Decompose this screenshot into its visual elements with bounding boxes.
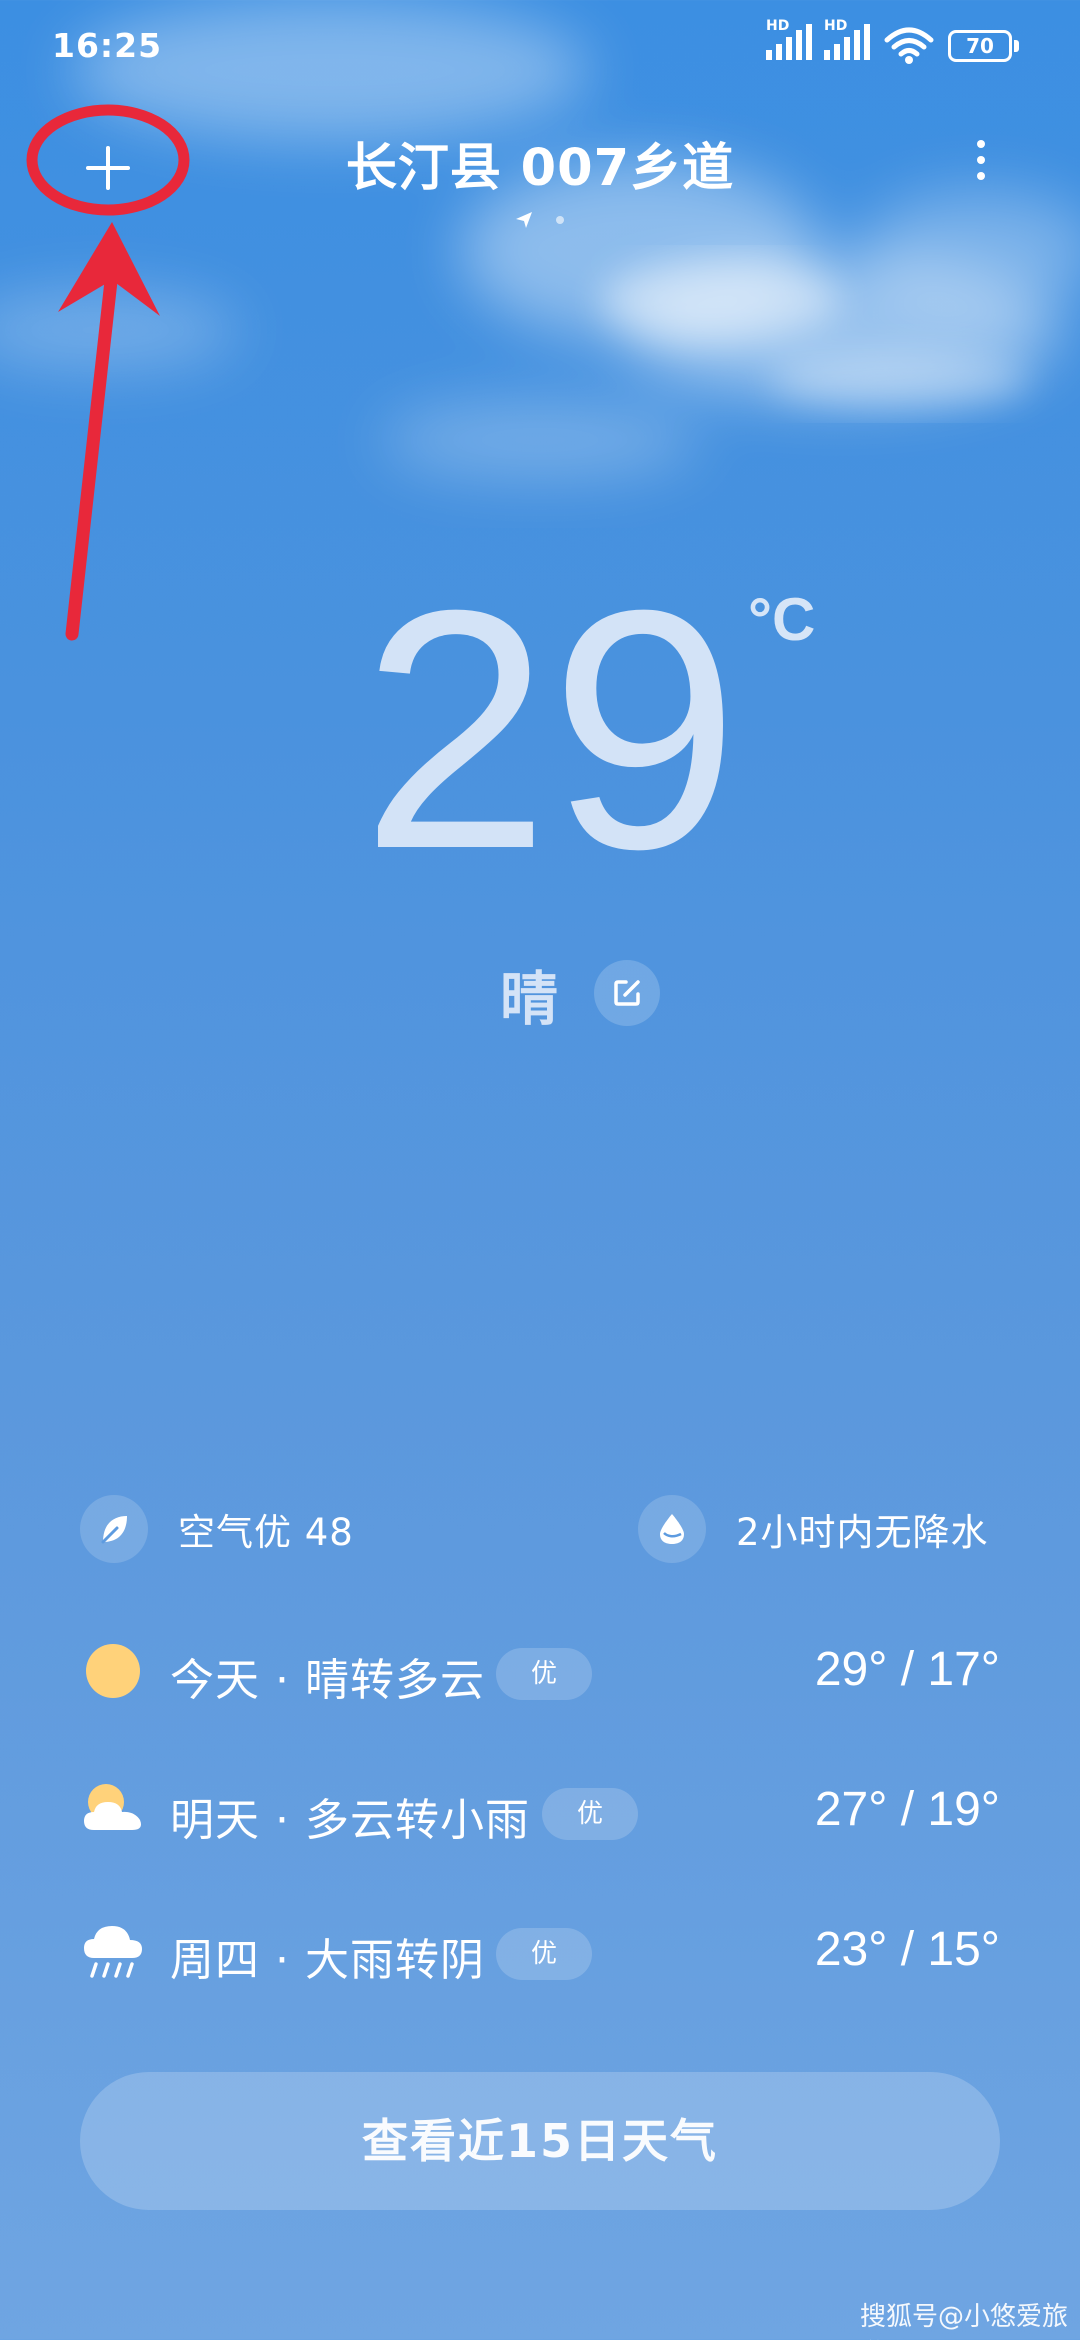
location-title[interactable]: 长汀县 007乡道	[280, 126, 800, 200]
aqi-badge: 优	[496, 1648, 592, 1700]
edit-icon	[614, 980, 640, 1006]
battery-icon: 70	[948, 30, 1012, 62]
forecast-row-today[interactable]: 今天 · 晴转多云 优 29° / 17°	[0, 1626, 1080, 1716]
aqi-badge: 优	[496, 1928, 592, 1980]
wifi-icon	[884, 27, 934, 64]
current-temperature: 29	[360, 540, 740, 920]
forecast-temp: 27° / 19°	[814, 1783, 1000, 1836]
partly-cloudy-icon	[84, 1784, 141, 1830]
forecast-row-thursday[interactable]: 周四 · 大雨转阴 优 23° / 15°	[0, 1906, 1080, 1996]
view-15-day-forecast-button[interactable]: 查看近15日天气	[80, 2072, 1000, 2210]
page-indicator	[516, 212, 564, 228]
air-quality-text: 空气优 48	[178, 1511, 354, 1554]
forecast-day: 明天 · 多云转小雨	[170, 1795, 530, 1846]
status-bar: 16:25 HD HD 70	[0, 0, 1080, 96]
aqi-badge: 优	[542, 1788, 638, 1840]
forecast-day: 今天 · 晴转多云	[170, 1655, 485, 1706]
forecast-temp: 29° / 17°	[814, 1643, 1000, 1696]
more-options-button[interactable]	[966, 130, 996, 190]
temperature-unit: °C	[748, 586, 816, 653]
precipitation-text: 2小时内无降水	[736, 1511, 989, 1554]
water-drop-icon	[660, 1514, 684, 1544]
precipitation-info[interactable]: 2小时内无降水	[638, 1494, 989, 1564]
signal-icon-2: HD	[824, 18, 874, 68]
add-city-button[interactable]	[72, 132, 144, 204]
air-quality-info[interactable]: 空气优 48	[80, 1494, 354, 1564]
sunny-icon	[86, 1644, 140, 1698]
leaf-icon	[101, 1516, 127, 1544]
rain-icon	[84, 1926, 142, 1978]
status-time: 16:25	[52, 26, 163, 65]
watermark: 搜狐号@小悠爱旅游	[860, 2302, 1069, 2340]
more-vertical-icon	[977, 140, 985, 148]
forecast-row-tomorrow[interactable]: 明天 · 多云转小雨 优 27° / 19°	[0, 1766, 1080, 1856]
forecast-day: 周四 · 大雨转阴	[170, 1935, 485, 1986]
weather-condition: 晴	[500, 965, 559, 1033]
battery-nub	[1014, 40, 1019, 52]
forecast-temp: 23° / 15°	[814, 1923, 1000, 1976]
signal-icon: HD	[766, 18, 816, 68]
edit-button[interactable]	[594, 960, 660, 1026]
